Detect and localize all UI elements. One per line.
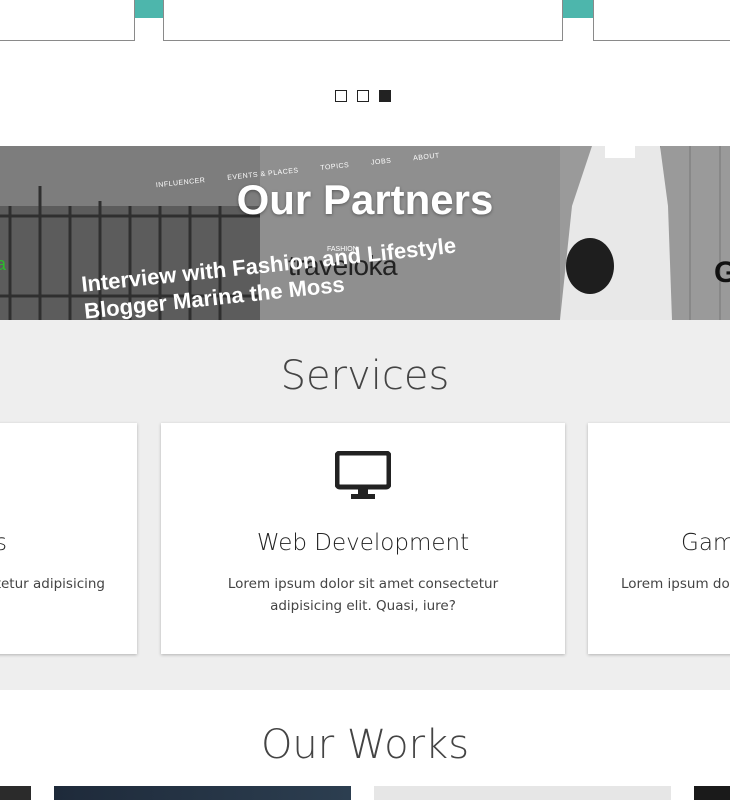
work-thumbnail[interactable] [0,786,31,800]
carousel-dot-3[interactable] [379,90,391,102]
testimonial-card [163,0,563,41]
service-card-web-development: Web Development Lorem ipsum dolor sit am… [161,423,565,654]
testimonial-card [593,0,730,41]
service-heading: Web Development [256,530,470,556]
work-thumbnail[interactable] [374,786,671,800]
service-description: Lorem ipsum dolor sit amet consectetur a… [227,576,499,614]
service-description: Lorem ipsum dol [621,576,730,592]
carousel-dot-2[interactable] [357,90,369,102]
carousel-dots [335,90,391,102]
works-title: Our Works [260,722,470,768]
partners-title: Our Partners [236,176,494,223]
service-description: tetur adipisicing [0,576,105,592]
service-card: Gam Lorem ipsum dol [588,423,730,654]
service-heading: Gam [681,530,730,556]
testimonial-card [0,0,135,41]
service-heading: s [0,530,7,556]
monitor-icon [335,451,391,499]
partner-logo-right: G [714,256,730,289]
carousel-dot-1[interactable] [335,90,347,102]
partner-logo-left: a [0,254,7,274]
page: INFLUENCER EVENTS & PLACES TOPICS JOBS A… [0,0,730,800]
work-thumbnail[interactable] [54,786,351,800]
services-section: Services s tetur adipisicing Web Develop… [0,320,730,690]
partners-banner: INFLUENCER EVENTS & PLACES TOPICS JOBS A… [0,146,730,320]
services-title: Services [280,353,450,399]
service-card: s tetur adipisicing [0,423,137,654]
work-thumbnail[interactable] [694,786,730,800]
